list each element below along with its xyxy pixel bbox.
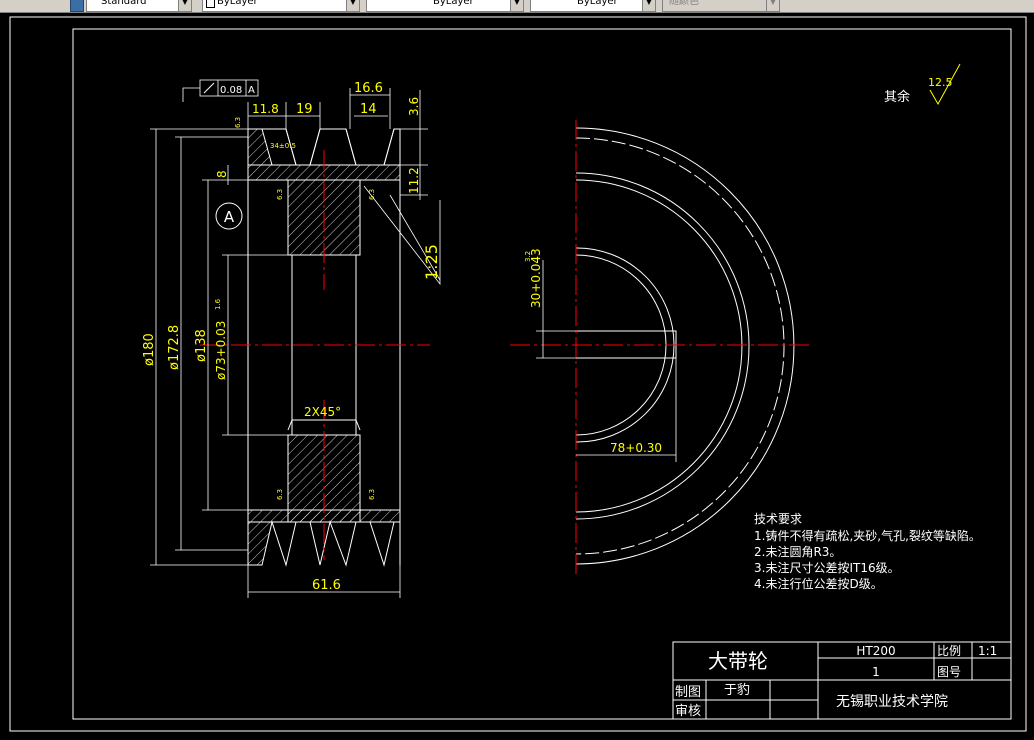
hatch-rim-left-top	[248, 129, 272, 165]
flatness-icon	[203, 82, 215, 94]
lineweight-dropdown[interactable]: ByLayer ▼	[530, 0, 656, 12]
drawn-label: 制图	[675, 685, 701, 700]
end-view	[575, 127, 795, 565]
roughness-6-3-d: 6.3	[368, 189, 376, 200]
dim-angle: 34±0.5	[270, 142, 296, 150]
roughness-1-6: 1.6	[214, 298, 222, 310]
drawing-no-label: 图号	[937, 665, 961, 679]
dim-78: 78+0.30	[610, 441, 662, 455]
dim-dia-73: ø73+0.03	[214, 321, 228, 380]
part-name: 大带轮	[708, 649, 768, 673]
checked-label: 审核	[675, 704, 701, 719]
roughness-6-3-a: 6.3	[234, 117, 242, 128]
roughness-note-label: 其余	[884, 89, 910, 105]
text-style-value: Standard	[101, 0, 147, 7]
chevron-down-icon: ▼	[642, 0, 655, 11]
drawn-by: 于豹	[724, 683, 750, 698]
scale-label: 比例	[937, 644, 961, 658]
roughness-3-2: 3.2	[524, 251, 532, 262]
chevron-down-icon: ▼	[178, 0, 191, 11]
chevron-down-icon: ▼	[346, 0, 359, 11]
dim-chamfer: 2X45°	[304, 405, 341, 419]
roughness-note: 其余 12.5	[884, 63, 961, 106]
layer-dropdown[interactable]: ByLayer ▼	[202, 0, 360, 12]
dim-taper: 1:25	[422, 244, 441, 280]
dim-3-6: 3.6	[407, 97, 421, 116]
drawing-canvas[interactable]: A 0.08 A 11.8 19 16.6 14 3.6 11.2 8 1:25…	[0, 13, 1034, 736]
end-view-dim-lines	[536, 260, 677, 462]
layer-value: ByLayer	[217, 0, 258, 7]
tech-req-item: 2.未注圆角R3。	[754, 544, 841, 559]
tech-req-item: 3.未注尺寸公差按IT16级。	[754, 560, 900, 575]
outer-border	[9, 16, 1027, 732]
dim-11-2: 11.2	[407, 167, 421, 194]
lineweight-value: ByLayer	[577, 0, 618, 7]
dim-16-6: 16.6	[354, 81, 383, 96]
dim-19: 19	[296, 102, 313, 117]
flatness-value: 0.08	[220, 85, 242, 96]
tech-req-item: 1.铸件不得有疏松,夹砂,气孔,裂纹等缺陷。	[754, 528, 981, 543]
plotstyle-dropdown[interactable]: 随颜色 ▼	[662, 0, 780, 12]
linetype-dropdown[interactable]: ByLayer ▼	[366, 0, 524, 12]
roughness-note-value: 12.5	[928, 76, 953, 89]
roughness-6-3-e: 6.3	[368, 489, 376, 500]
roughness-6-3-c: 6.3	[276, 489, 284, 500]
dim-61-6: 61.6	[312, 578, 341, 593]
text-style-icon[interactable]	[70, 0, 84, 12]
chevron-down-icon: ▼	[510, 0, 523, 11]
end-view-centerlines	[510, 120, 810, 575]
quantity: 1	[872, 665, 880, 679]
tech-req-item: 4.未注行位公差按D级。	[754, 576, 883, 591]
dim-8: 8	[215, 170, 229, 178]
hatch-rim-left-bottom	[248, 522, 272, 565]
chevron-down-icon: ▼	[766, 0, 779, 11]
dim-dia-138: ø138	[194, 329, 209, 362]
text-style-dropdown[interactable]: Standard ▼	[86, 0, 192, 12]
dim-dia-172-8: ø172.8	[167, 325, 182, 370]
plotstyle-value: 随颜色	[669, 0, 699, 7]
scale-value: 1:1	[978, 644, 997, 658]
material: HT200	[856, 644, 895, 658]
flatness-datum: A	[248, 85, 255, 96]
end-view-dim-texts: 30+0.043 78+0.30 3.2	[524, 248, 662, 455]
dim-11-8: 11.8	[252, 102, 279, 116]
datum-circle-label: A	[224, 208, 235, 226]
school-name: 无锡职业技术学院	[836, 694, 948, 710]
color-swatch-icon	[206, 0, 215, 8]
roughness-6-3-b: 6.3	[276, 189, 284, 200]
title-block-texts: 大带轮 HT200 比例 1:1 1 图号 制图 于豹 审核 无锡职业技术学院	[675, 644, 997, 719]
tech-req-title: 技术要求	[754, 512, 802, 526]
linetype-value: ByLayer	[433, 0, 474, 7]
properties-toolbar: Standard ▼ ByLayer ▼ ByLayer ▼ ByLayer ▼…	[0, 0, 1034, 13]
dim-14: 14	[360, 102, 377, 117]
dim-dia-180: ø180	[142, 333, 157, 366]
tech-requirements: 技术要求 1.铸件不得有疏松,夹砂,气孔,裂纹等缺陷。 2.未注圆角R3。 3.…	[754, 512, 981, 591]
